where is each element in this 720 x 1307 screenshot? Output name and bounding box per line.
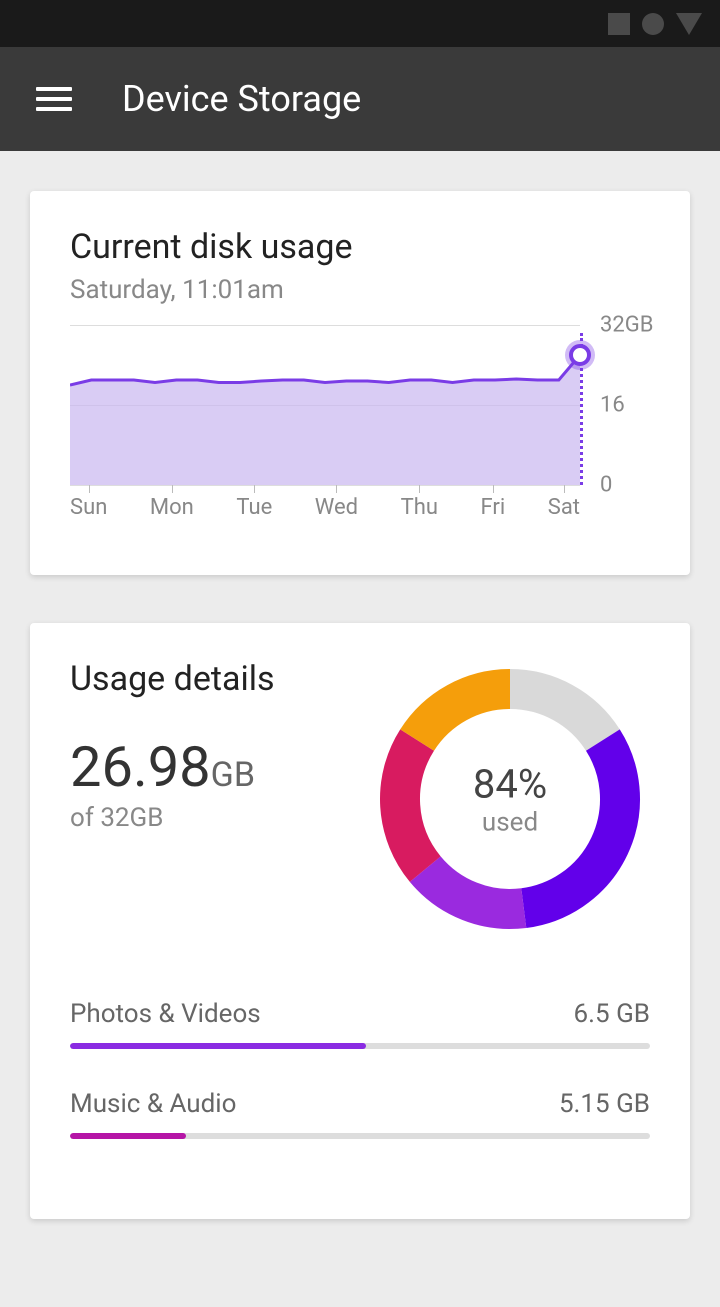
category-bar-fill	[70, 1043, 366, 1049]
usage-donut-chart: 84% used	[370, 659, 650, 939]
usage-card-title: Usage details	[70, 659, 370, 699]
page-title: Device Storage	[122, 78, 361, 120]
donut-percent: 84%	[473, 761, 547, 808]
donut-segment	[425, 869, 524, 909]
chart-gridline	[70, 485, 580, 486]
status-bar	[0, 0, 720, 47]
status-circle-icon	[642, 13, 664, 35]
category-bar-fill	[70, 1133, 186, 1139]
donut-segment	[510, 689, 603, 740]
donut-segment	[417, 689, 510, 740]
usage-number: 26.98	[70, 734, 211, 800]
donut-label: used	[473, 808, 547, 838]
status-triangle-icon	[676, 13, 702, 35]
usage-details-card: Usage details 26.98GB of 32GB 84% used P…	[30, 623, 690, 1219]
category-value: 5.15 GB	[559, 1089, 650, 1119]
chart-x-label: Wed	[315, 495, 358, 520]
category-bar-track	[70, 1043, 650, 1049]
disk-usage-card: Current disk usage Saturday, 11:01am 0 16…	[30, 191, 690, 575]
chart-y-label: 16	[600, 393, 625, 418]
chart-x-label: Mon	[150, 495, 194, 520]
disk-usage-chart: 01632GB SunMonTueWedThuFriSat	[70, 325, 650, 535]
chart-x-label: Tue	[236, 495, 272, 520]
donut-segment	[400, 740, 425, 869]
chart-x-label: Sat	[548, 495, 580, 520]
usage-value: 26.98GB	[70, 739, 370, 795]
chart-y-label: 0	[600, 473, 612, 498]
usage-of-text: of 32GB	[70, 803, 370, 833]
chart-x-label: Fri	[481, 495, 506, 520]
category-value: 6.5 GB	[574, 999, 650, 1029]
disk-card-title: Current disk usage	[70, 227, 650, 267]
hamburger-icon[interactable]	[36, 87, 72, 111]
category-label: Music & Audio	[70, 1089, 236, 1119]
category-bar-track	[70, 1133, 650, 1139]
category-label: Photos & Videos	[70, 999, 261, 1029]
disk-card-subtitle: Saturday, 11:01am	[70, 275, 650, 305]
app-bar: Device Storage	[0, 47, 720, 151]
usage-unit: GB	[211, 755, 255, 795]
chart-x-label: Sun	[70, 495, 107, 520]
storage-category-row[interactable]: Photos & Videos 6.5 GB	[70, 999, 650, 1049]
chart-x-label: Thu	[401, 495, 438, 520]
content-area: Current disk usage Saturday, 11:01am 0 16…	[0, 151, 720, 1307]
area-chart-svg	[70, 325, 580, 485]
status-square-icon	[608, 13, 630, 35]
storage-category-row[interactable]: Music & Audio 5.15 GB	[70, 1089, 650, 1139]
chart-y-label: 32GB	[600, 313, 653, 338]
chart-marker-dot	[565, 340, 595, 370]
